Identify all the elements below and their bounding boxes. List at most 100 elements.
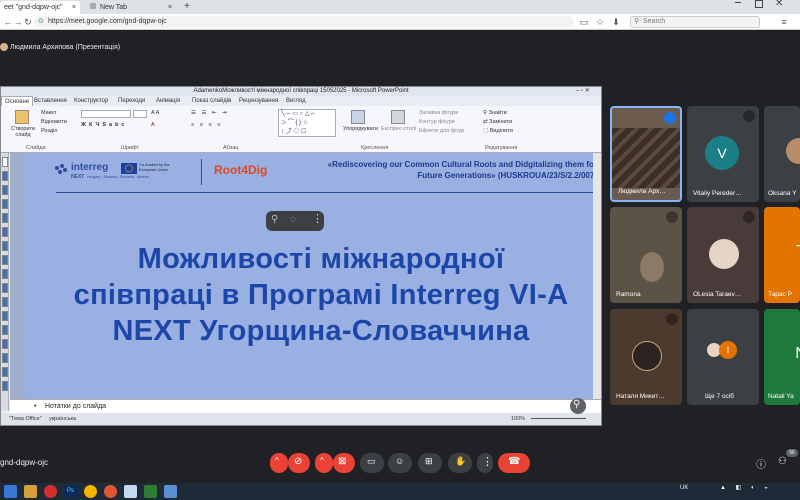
tab-review[interactable]: Рецензування	[236, 96, 281, 106]
tray-icons[interactable]: ▲ ◧ ◐ ◒	[720, 485, 772, 491]
start-icon[interactable]	[4, 485, 17, 498]
zoom-button[interactable]: ⚲	[570, 398, 586, 414]
video-icon[interactable]: ▭	[578, 16, 590, 28]
menu-icon[interactable]: ≡	[778, 16, 790, 28]
shape-effects-button[interactable]: Ефекти для фігур	[419, 128, 464, 134]
grow-font-icon[interactable]: A A	[151, 110, 159, 116]
arrange-button[interactable]: Упорядкувати	[343, 126, 378, 132]
quick-styles-icon[interactable]	[391, 110, 405, 124]
replace-button[interactable]: ⇄ Замінити	[483, 119, 512, 125]
new-slide-icon[interactable]	[15, 110, 29, 124]
close-tab-icon[interactable]: ×	[168, 1, 172, 14]
explorer-icon[interactable]	[24, 485, 37, 498]
slide-thumb[interactable]	[2, 381, 8, 391]
slide-thumb[interactable]	[2, 227, 8, 237]
slide-thumb[interactable]	[2, 367, 8, 377]
slide-thumb[interactable]	[2, 213, 8, 223]
raise-hand-button[interactable]: ✋	[448, 453, 472, 473]
tab-meet[interactable]: eet "gnd-dqpw-ojc" ×	[0, 1, 80, 14]
slide-thumb[interactable]	[2, 157, 8, 167]
notes-pane[interactable]: • Нотатки до слайда	[10, 399, 601, 413]
section-button[interactable]: Розділ	[41, 128, 57, 134]
app-icon[interactable]	[164, 485, 177, 498]
shape-fill-button[interactable]: Заливка фігури	[419, 110, 458, 116]
info-icon[interactable]: ⓘ	[756, 456, 766, 471]
mute-icon[interactable]: ◌	[290, 214, 296, 225]
slide-thumb[interactable]	[2, 339, 8, 349]
captions-button[interactable]: ▭	[360, 453, 384, 473]
tab-design[interactable]: Конструктор	[71, 96, 111, 106]
more-options-button[interactable]: ⋮	[477, 453, 493, 473]
vertical-scrollbar[interactable]	[593, 153, 601, 399]
slide-thumb[interactable]	[2, 241, 8, 251]
opera-icon[interactable]	[44, 485, 57, 498]
select-button[interactable]: ⬚ Виділити	[483, 128, 513, 134]
maximize-icon[interactable]	[755, 0, 763, 8]
new-tab-button[interactable]: +	[184, 0, 190, 13]
app-icon[interactable]	[124, 485, 137, 498]
slide-thumb[interactable]	[2, 171, 8, 181]
find-button[interactable]: ⚲ Знайти	[483, 110, 507, 116]
slide-thumb[interactable]	[2, 269, 8, 279]
slide-thumb[interactable]	[2, 325, 8, 335]
bookmark-star-icon[interactable]: ☆	[594, 16, 606, 28]
participant-tile[interactable]: T Тарас Р	[764, 207, 800, 303]
slide-thumb[interactable]	[2, 255, 8, 265]
shape-outline-button[interactable]: Контур фігури	[419, 119, 455, 125]
download-icon[interactable]: ⬇	[610, 16, 622, 28]
shapes-gallery[interactable]: ╲ ─ ▭ ○ △ ⌐ ⊃ ⌒ { } ☆ ↕ ⤴ ◇ ☐	[278, 109, 336, 137]
more-options-icon[interactable]: ⋮	[312, 212, 323, 225]
reload-icon[interactable]: ↻	[22, 16, 34, 28]
language-indicator[interactable]: UK	[680, 485, 688, 491]
window-controls[interactable]: ‒ ▫ ✕	[576, 87, 590, 94]
tab-animation[interactable]: Анімація	[153, 96, 183, 106]
slide[interactable]: interreg NEXT Hungary - Slovakia - Roman…	[26, 153, 598, 399]
layout-button[interactable]: Макет	[41, 110, 57, 116]
tab-transitions[interactable]: Переходи	[115, 96, 148, 106]
align-buttons[interactable]: ≡ ≡ ≡ ≡	[191, 122, 222, 128]
font-name-field[interactable]	[81, 110, 131, 118]
slide-thumb[interactable]	[2, 297, 8, 307]
new-slide-button[interactable]: Створити слайд	[11, 126, 35, 138]
leave-call-button[interactable]: ☎	[498, 453, 530, 473]
chrome-icon[interactable]	[104, 485, 117, 498]
zoom-slider[interactable]	[531, 418, 586, 419]
tab-slideshow[interactable]: Показ слайдів	[189, 96, 234, 106]
camera-toggle-button[interactable]: ⊠	[333, 453, 355, 473]
mic-toggle-button[interactable]: ⊘	[288, 453, 310, 473]
arrange-icon[interactable]	[351, 110, 365, 124]
chrome-icon[interactable]	[84, 485, 97, 498]
participant-tile[interactable]: Oksana Y	[764, 106, 800, 202]
list-buttons[interactable]: ☰ ☰ ⇤ ⇥	[191, 110, 229, 116]
slide-thumbnails[interactable]	[1, 153, 9, 411]
slide-thumb[interactable]	[2, 185, 8, 195]
participant-tile[interactable]: Ramona	[610, 207, 682, 303]
more-participants-tile[interactable]: I Ще 7 осіб	[687, 309, 759, 405]
quick-styles-button[interactable]: Експрес-стилі	[381, 126, 416, 132]
minimize-icon[interactable]	[735, 2, 741, 3]
close-window-icon[interactable]: ✕	[775, 0, 783, 9]
present-button[interactable]: ⊞	[418, 453, 442, 473]
slide-thumb[interactable]	[2, 199, 8, 209]
url-field[interactable]: ⊙ https://meet.google.com/gnd-dqpw-ojc	[34, 16, 574, 28]
tab-insert[interactable]: Вставлення	[31, 96, 70, 106]
camera-options-button[interactable]: ^	[315, 453, 333, 473]
font-size-field[interactable]	[133, 110, 147, 118]
reset-button[interactable]: Відновити	[41, 119, 67, 125]
participant-tile[interactable]: OLesia Taraev…	[687, 207, 759, 303]
pin-icon[interactable]: ⚲	[271, 214, 278, 225]
participant-tile[interactable]: Наталя Микит…	[610, 309, 682, 405]
slide-thumb[interactable]	[2, 353, 8, 363]
app-icon[interactable]	[144, 485, 157, 498]
reactions-button[interactable]: ☺	[388, 453, 412, 473]
slide-thumb[interactable]	[2, 311, 8, 321]
people-icon[interactable]: ⚇	[778, 456, 787, 467]
font-format-buttons[interactable]: ЖКЧSabc	[81, 122, 127, 128]
tab-new-tab[interactable]: New Tab ×	[86, 1, 176, 14]
participant-tile[interactable]: Людмила Арх…	[610, 106, 682, 202]
tab-view[interactable]: Вигляд	[283, 96, 309, 106]
participant-tile[interactable]: V Vitaliy Pereder…	[687, 106, 759, 202]
search-input[interactable]: ⚲ Search	[630, 16, 760, 28]
font-color-icon[interactable]: A	[151, 122, 155, 128]
close-tab-icon[interactable]: ×	[72, 1, 76, 14]
